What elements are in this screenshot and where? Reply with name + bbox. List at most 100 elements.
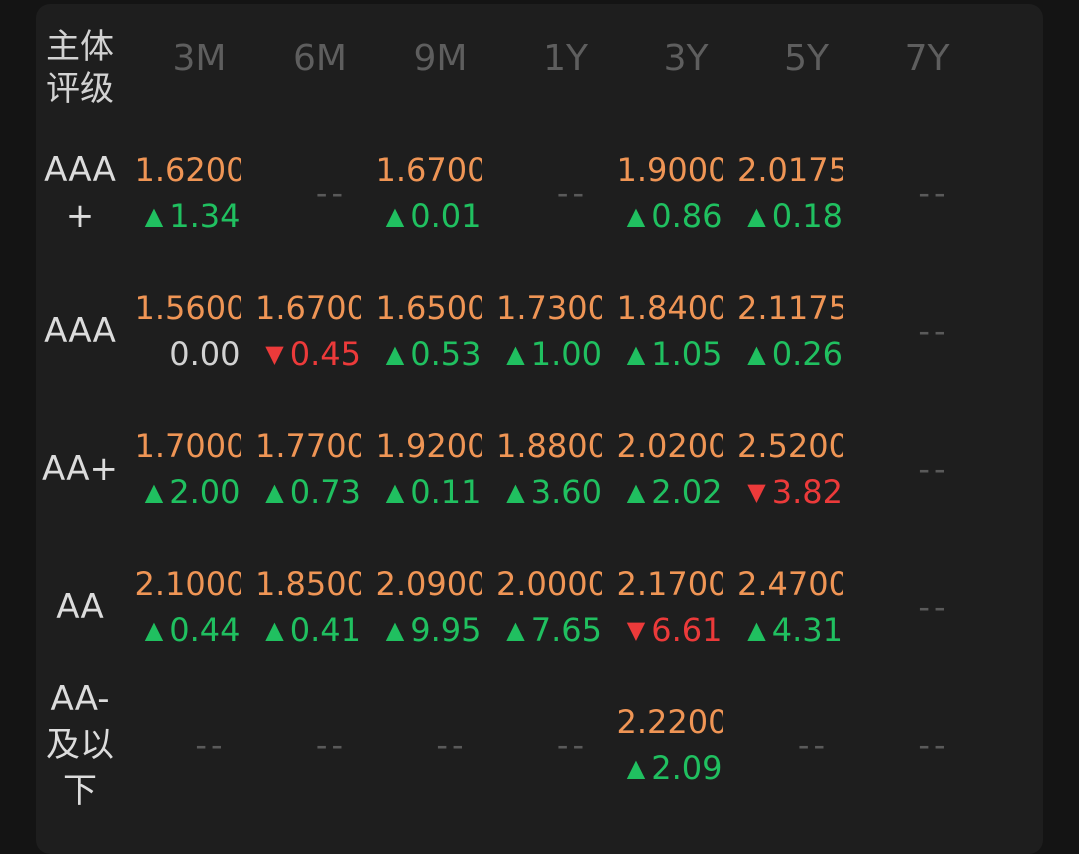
yield-rate: 1.8800 [496, 427, 602, 465]
yield-cell[interactable]: 1.6700 ▲ 0.01 [361, 124, 482, 262]
empty-cell: -- [797, 726, 829, 764]
yield-cell[interactable]: 2.2200 ▲ 2.09 [602, 676, 723, 814]
yield-cell[interactable]: 1.6700 ▼ 0.45 [241, 262, 361, 400]
yield-change: 0.00 [169, 331, 240, 377]
rating-label-line: 及以 [46, 725, 114, 765]
yield-change-value: 0.73 [289, 473, 361, 511]
rating-label-line: + [65, 196, 95, 236]
up-triangle-icon: ▲ [506, 478, 525, 506]
yield-rate: 2.2200 [616, 703, 723, 741]
yield-change-value: 1.05 [651, 335, 723, 373]
yield-change: ▼ 3.82 [747, 469, 843, 515]
yield-change-value: 2.00 [169, 473, 241, 511]
yield-change: ▲ 0.44 [145, 607, 241, 653]
yield-change-value: 0.45 [289, 335, 361, 373]
rating-header-line: 主体 [46, 27, 114, 67]
tenor-header[interactable]: 3M [120, 4, 241, 124]
yield-cell[interactable]: 2.1700 ▼ 6.61 [602, 538, 723, 676]
yield-rate: 1.7000 [134, 427, 241, 465]
empty-cell: -- [556, 174, 588, 212]
yield-cell[interactable]: 2.0000 ▲ 7.65 [482, 538, 602, 676]
rating-label-line: AA [56, 587, 104, 627]
up-triangle-icon: ▲ [506, 616, 525, 644]
yield-cell[interactable]: 2.5200 ▼ 3.82 [723, 400, 843, 538]
yield-rate: 2.0200 [616, 427, 723, 465]
yield-cell[interactable]: 1.8800 ▲ 3.60 [482, 400, 602, 538]
yield-cell[interactable]: 2.0175 ▲ 0.18 [723, 124, 843, 262]
tenor-header[interactable]: 9M [361, 4, 482, 124]
yield-cell[interactable]: 1.7300 ▲ 1.00 [482, 262, 602, 400]
yield-change-value: 0.26 [771, 335, 843, 373]
rating-label: AAA [40, 262, 120, 400]
yield-change: ▲ 0.26 [747, 331, 843, 377]
yield-rate: 2.5200 [737, 427, 843, 465]
yield-rate: 1.6500 [375, 289, 482, 327]
yield-change-value: 1.00 [530, 335, 602, 373]
yield-cell[interactable]: 2.0200 ▲ 2.02 [602, 400, 723, 538]
rating-label: AA- 及以下 [40, 676, 120, 814]
empty-cell: -- [315, 174, 347, 212]
tenor-header[interactable]: 1Y [482, 4, 603, 124]
yield-rate: 2.0900 [375, 565, 482, 603]
yield-cell[interactable]: 1.7000 ▲ 2.00 [120, 400, 241, 538]
yield-cell[interactable]: 1.8500 ▲ 0.41 [241, 538, 361, 676]
yield-change-value: 3.82 [771, 473, 843, 511]
yield-cell[interactable]: 1.8400 ▲ 1.05 [602, 262, 723, 400]
yield-rate: 2.1700 [616, 565, 723, 603]
tenor-header[interactable]: 3Y [602, 4, 723, 124]
up-triangle-icon: ▲ [747, 340, 766, 368]
rating-label: AA+ [40, 400, 120, 538]
yield-change: ▲ 2.02 [627, 469, 723, 515]
yield-cell[interactable]: 1.9000 ▲ 0.86 [602, 124, 723, 262]
yield-change-value: 0.53 [410, 335, 482, 373]
rating-label-line: AAA [44, 150, 116, 190]
empty-cell: -- [918, 312, 950, 350]
empty-cell: -- [918, 588, 950, 626]
yield-change-value: 3.60 [530, 473, 602, 511]
up-triangle-icon: ▲ [265, 478, 284, 506]
yield-cell[interactable]: 2.1175 ▲ 0.26 [723, 262, 843, 400]
yield-rate: 1.6700 [255, 289, 361, 327]
yield-change-value: 2.09 [651, 749, 723, 787]
tenor-header[interactable]: 5Y [723, 4, 844, 124]
yield-change: ▲ 0.86 [627, 193, 723, 239]
up-triangle-icon: ▲ [747, 616, 766, 644]
yield-change-value: 0.01 [410, 197, 482, 235]
yield-change: ▲ 0.53 [386, 331, 482, 377]
yield-change: ▲ 1.34 [145, 193, 241, 239]
yield-cell[interactable]: 2.1000 ▲ 0.44 [120, 538, 241, 676]
yield-change: ▲ 4.31 [747, 607, 843, 653]
tenor-header[interactable]: 6M [241, 4, 362, 124]
yield-change: ▲ 2.09 [627, 745, 723, 791]
yield-change-value: 6.61 [651, 611, 723, 649]
yield-rate: 2.0000 [496, 565, 602, 603]
up-triangle-icon: ▲ [747, 202, 766, 230]
yield-cell[interactable]: 1.6500 ▲ 0.53 [361, 262, 482, 400]
rating-column-header: 主体 评级 [40, 4, 120, 124]
yield-rate: 2.0175 [737, 151, 843, 189]
yield-change: ▲ 0.18 [747, 193, 843, 239]
yield-cell[interactable]: 1.7700 ▲ 0.73 [241, 400, 361, 538]
yield-rate: 2.1175 [737, 289, 843, 327]
empty-cell: -- [195, 726, 227, 764]
up-triangle-icon: ▲ [385, 478, 405, 506]
empty-cell: -- [918, 726, 950, 764]
up-triangle-icon: ▲ [144, 616, 164, 644]
up-triangle-icon: ▲ [385, 340, 405, 368]
yield-cell[interactable]: 1.6200 ▲ 1.34 [120, 124, 241, 262]
yield-cell[interactable]: 1.5600 0.00 [120, 262, 241, 400]
yield-rate: 2.4700 [737, 565, 843, 603]
yield-rate: 1.9200 [375, 427, 482, 465]
up-triangle-icon: ▲ [626, 478, 646, 506]
up-triangle-icon: ▲ [385, 202, 405, 230]
yield-cell[interactable]: 2.4700 ▲ 4.31 [723, 538, 843, 676]
yield-cell[interactable]: 1.9200 ▲ 0.11 [361, 400, 482, 538]
rating-label-line: AA- [50, 679, 110, 719]
tenor-header[interactable]: 7Y [843, 4, 964, 124]
yield-change: ▲ 0.11 [386, 469, 482, 515]
down-triangle-icon: ▼ [626, 616, 646, 644]
yield-change: ▲ 0.01 [386, 193, 482, 239]
yield-change: ▲ 7.65 [506, 607, 602, 653]
yield-cell[interactable]: 2.0900 ▲ 9.95 [361, 538, 482, 676]
up-triangle-icon: ▲ [144, 202, 164, 230]
